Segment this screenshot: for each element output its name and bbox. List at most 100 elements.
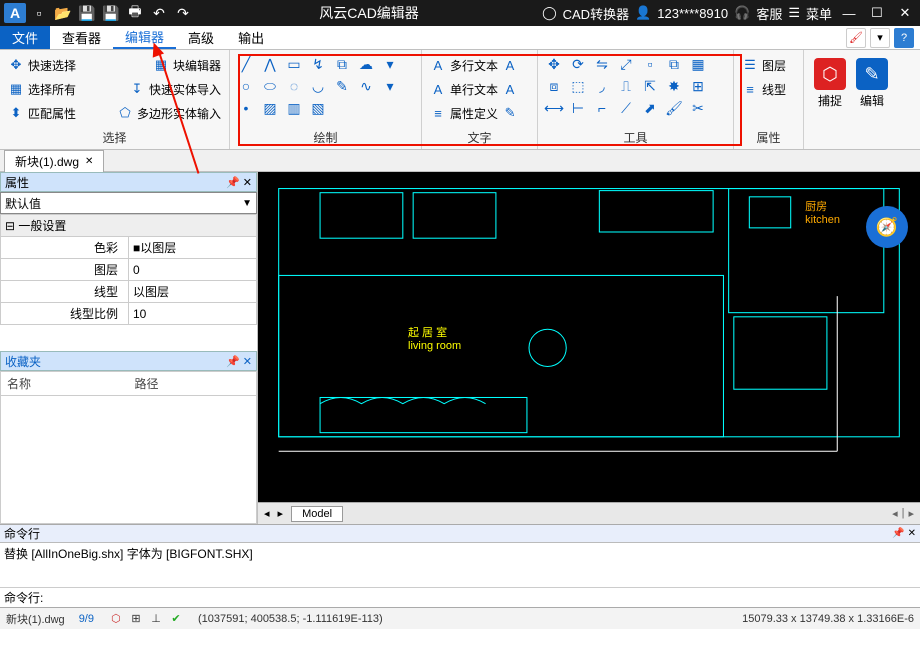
open-icon[interactable]: 📂: [52, 3, 74, 23]
polygon-input[interactable]: ⬠多边形实体输入: [115, 102, 223, 124]
redo-icon[interactable]: ↷: [172, 3, 194, 23]
cmd-pin-icon[interactable]: 📌 ✕: [892, 528, 916, 539]
tab-advanced[interactable]: 高级: [176, 26, 226, 49]
converter-link[interactable]: CAD转换器: [563, 4, 629, 23]
arrow-icon[interactable]: ↯: [308, 54, 328, 74]
fillet-icon[interactable]: ◞: [592, 76, 612, 96]
array-icon[interactable]: ⊞: [688, 76, 708, 96]
snap-button[interactable]: ⬡捕捉: [810, 54, 850, 130]
print-icon[interactable]: 🖶: [124, 3, 146, 23]
hatch-icon[interactable]: ▨: [260, 98, 280, 118]
tab-next-icon[interactable]: ▸: [278, 507, 284, 520]
linetype[interactable]: ≡线型: [740, 78, 797, 100]
user-avatar-icon[interactable]: 👤: [635, 5, 651, 21]
model-tab[interactable]: Model: [291, 506, 343, 522]
layer-icon[interactable]: ⧉: [664, 54, 684, 74]
ortho-status-icon[interactable]: ⊥: [148, 612, 164, 625]
join-icon[interactable]: ⇱: [640, 76, 660, 96]
prop-ltscale[interactable]: 10: [129, 303, 257, 325]
rect-icon[interactable]: ▭: [284, 54, 304, 74]
saveas-icon[interactable]: 💾: [100, 3, 122, 23]
select-all[interactable]: ▦选择所有: [6, 78, 78, 100]
new-icon[interactable]: ▫: [28, 3, 50, 23]
command-input[interactable]: 命令行:: [0, 587, 920, 607]
dim4-icon[interactable]: ⟋: [616, 98, 636, 118]
scale-icon[interactable]: ⤢: [616, 54, 636, 74]
mask-icon[interactable]: ▧: [308, 98, 328, 118]
offset-icon[interactable]: ⧈: [544, 76, 564, 96]
close-button[interactable]: ✕: [894, 5, 916, 21]
group-icon[interactable]: ▦: [688, 54, 708, 74]
ellipse-icon[interactable]: ⬭: [260, 76, 280, 96]
stext[interactable]: A单行文本A: [428, 78, 531, 100]
extend-icon[interactable]: ⬚: [568, 76, 588, 96]
edit-button[interactable]: ✎编辑: [852, 54, 892, 130]
move-icon[interactable]: ✥: [544, 54, 564, 74]
tab-file[interactable]: 文件: [0, 26, 50, 49]
menu-icon[interactable]: ☰: [788, 5, 800, 21]
support-link[interactable]: 客服: [756, 4, 782, 23]
spline-icon[interactable]: ∿: [356, 76, 376, 96]
match-props[interactable]: ⬍匹配属性: [6, 102, 78, 124]
break-icon[interactable]: ⎍: [616, 76, 636, 96]
tab-close-icon[interactable]: ✕: [85, 156, 93, 167]
prop-color[interactable]: ■以图层: [129, 237, 257, 259]
mtext[interactable]: A多行文本A: [428, 54, 531, 76]
document-tab[interactable]: 新块(1).dwg✕: [4, 150, 104, 172]
support-icon[interactable]: 🎧: [734, 5, 750, 21]
rotate-icon[interactable]: ⟳: [568, 54, 588, 74]
fav-pin-icon[interactable]: 📌 ✕: [226, 355, 252, 368]
paint-icon[interactable]: 🖌: [664, 98, 684, 118]
tab-output[interactable]: 输出: [226, 26, 276, 49]
dim2-icon[interactable]: ⊢: [568, 98, 588, 118]
attrdef[interactable]: ≡属性定义✎: [428, 102, 531, 124]
more-curve-icon[interactable]: ▾: [380, 76, 400, 96]
drawing-canvas[interactable]: 起 居 室living room 厨房kitchen 🧭: [258, 172, 920, 502]
scroll-left-icon[interactable]: ◂: [892, 507, 898, 520]
cloud-icon[interactable]: ☁: [356, 54, 376, 74]
props-filter[interactable]: 默认值▼: [0, 192, 257, 214]
osnap-status-icon[interactable]: ✔: [168, 612, 184, 625]
grid-status-icon[interactable]: ⊞: [128, 612, 144, 625]
undo-icon[interactable]: ↶: [148, 3, 170, 23]
block-editor[interactable]: ▦块编辑器: [151, 54, 223, 76]
dim5-icon[interactable]: ⬈: [640, 98, 660, 118]
dropdown-icon[interactable]: ▾: [870, 28, 890, 48]
tab-editor[interactable]: 编辑器: [113, 26, 176, 49]
point-icon[interactable]: •: [236, 98, 256, 118]
snap-status-icon[interactable]: ⬡: [108, 612, 124, 625]
copy-icon[interactable]: ⧉: [332, 54, 352, 74]
prop-layer[interactable]: 0: [129, 259, 257, 281]
style-icon[interactable]: 🖌: [846, 28, 866, 48]
save-icon[interactable]: 💾: [76, 3, 98, 23]
line-icon[interactable]: ╱: [236, 54, 256, 74]
main-menu[interactable]: 菜单: [806, 4, 832, 23]
tab-viewer[interactable]: 查看器: [50, 26, 113, 49]
quick-select[interactable]: ✥快速选择: [6, 54, 78, 76]
more-draw-icon[interactable]: ▾: [380, 54, 400, 74]
arc-icon[interactable]: ◡: [308, 76, 328, 96]
pin-icon[interactable]: 📌 ✕: [226, 176, 252, 189]
explode-icon[interactable]: ✸: [664, 76, 684, 96]
mirror-icon[interactable]: ⇋: [592, 54, 612, 74]
polyline-icon[interactable]: ⋀: [260, 54, 280, 74]
layers[interactable]: ☰图层: [740, 54, 797, 76]
maximize-button[interactable]: ☐: [866, 5, 888, 21]
dim1-icon[interactable]: ⟷: [544, 98, 564, 118]
help-icon[interactable]: ?: [894, 28, 914, 48]
prop-group[interactable]: ⊟ 一般设置: [1, 215, 257, 237]
converter-icon[interactable]: ◯: [542, 5, 557, 21]
dim3-icon[interactable]: ⌐: [592, 98, 612, 118]
scroll-right-icon[interactable]: ▸: [908, 507, 914, 520]
quick-import[interactable]: ↧快速实体导入: [127, 78, 223, 100]
circle-icon[interactable]: ○: [236, 76, 256, 96]
pen-icon[interactable]: ✎: [332, 76, 352, 96]
tab-prev-icon[interactable]: ◂: [264, 507, 270, 520]
ring-icon[interactable]: ◌: [284, 76, 304, 96]
compass-icon[interactable]: 🧭: [866, 206, 908, 248]
prop-ltype[interactable]: 以图层: [129, 281, 257, 303]
trim-icon[interactable]: ▫: [640, 54, 660, 74]
clip-icon[interactable]: ✂: [688, 98, 708, 118]
region-icon[interactable]: ▥: [284, 98, 304, 118]
minimize-button[interactable]: —: [838, 6, 860, 21]
